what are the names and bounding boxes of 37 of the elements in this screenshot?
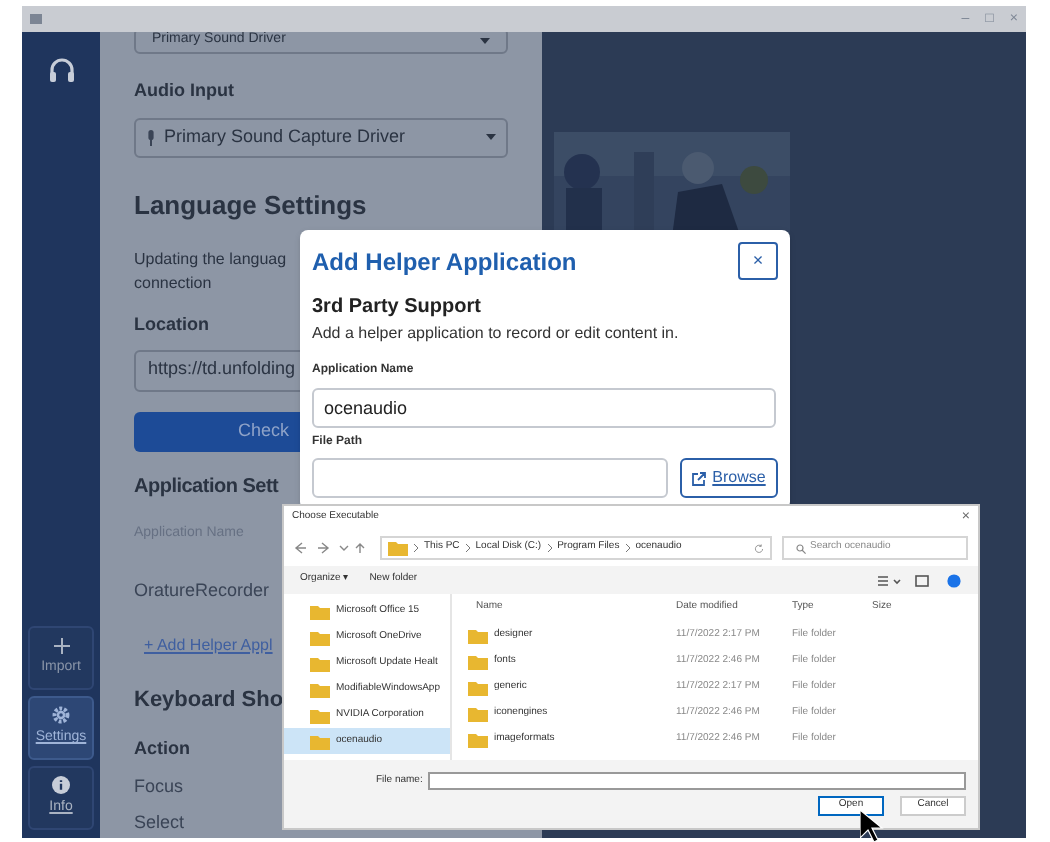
section-heading: Language Settings (134, 187, 367, 224)
file-path-field[interactable] (312, 458, 668, 498)
dropdown[interactable]: Primary Sound Capture Driver (134, 117, 508, 157)
browse-button[interactable]: Browse (680, 458, 778, 498)
microphone-icon (146, 129, 156, 145)
close-button[interactable]: × (738, 242, 778, 280)
folder-icon (388, 540, 408, 556)
description-text: Updating the languag (134, 248, 287, 272)
external-link-icon (692, 471, 707, 485)
navigation-arrows-icon (294, 542, 370, 554)
application-name-field[interactable]: ocenaudio (312, 388, 776, 428)
caret-icon (486, 134, 496, 140)
description-text: Add a helper application to record or edit content in. (312, 322, 681, 346)
view-options-icon (878, 573, 962, 587)
section-heading: Application Sett (134, 473, 279, 501)
search-icon (796, 543, 806, 553)
gear-icon (52, 706, 70, 725)
file-name-field[interactable] (428, 772, 966, 790)
section-heading: Keyboard Sho (134, 685, 284, 715)
headphones-icon (47, 56, 75, 84)
app-icon (30, 14, 42, 24)
field-label: Location (134, 312, 209, 338)
chevron-icon (625, 544, 630, 552)
field-label: Audio Input (134, 78, 234, 104)
chevron-icon (547, 544, 552, 552)
section-heading: 3rd Party Support (312, 294, 483, 322)
chevron-icon (465, 544, 470, 552)
table-cell-text: Focus (134, 773, 184, 799)
caret-icon (480, 38, 490, 44)
table-cell-text: Select (134, 810, 185, 836)
table-header: Action (134, 736, 190, 762)
plus-icon (53, 637, 69, 654)
description-text: connection (134, 272, 212, 296)
refresh-icon (754, 543, 764, 553)
dialog-title: Add Helper Application (312, 245, 577, 279)
app-name: OratureRecorder (134, 578, 270, 604)
info-icon (52, 776, 70, 795)
